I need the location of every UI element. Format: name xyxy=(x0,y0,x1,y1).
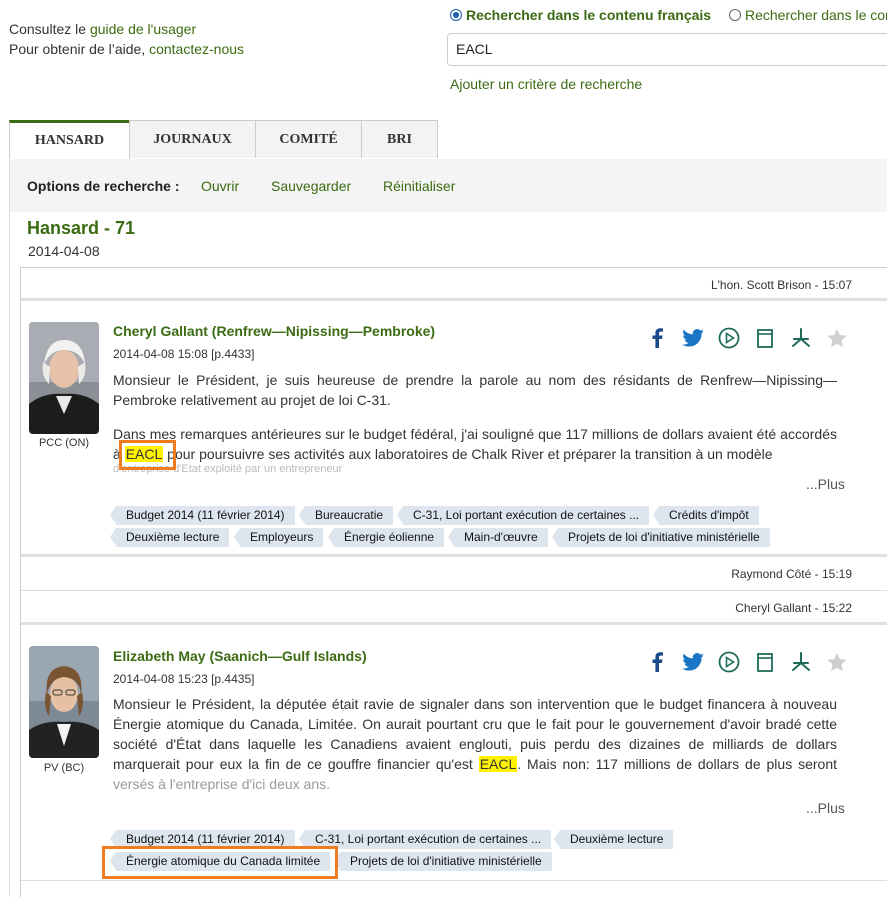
subject-tag[interactable]: C-31, Loi portant exécution de certaines… xyxy=(396,506,650,525)
play-icon[interactable] xyxy=(718,327,740,349)
pdf-icon[interactable] xyxy=(790,651,812,673)
search-options-bar: Options de recherche : Ouvrir Sauvegarde… xyxy=(10,159,887,212)
intervention-text: Monsieur le Président, je suis heureuse … xyxy=(113,372,837,474)
party-label: PV (BC) xyxy=(43,762,85,774)
mp-name-link[interactable]: Elizabeth May (Saanich—Gulf Islands) xyxy=(113,648,367,664)
subject-tag[interactable]: Projets de loi d'initiative ministériell… xyxy=(334,852,552,871)
separator xyxy=(21,622,887,625)
help-text: Consultez le guide de l'usager Pour obte… xyxy=(9,19,244,59)
share-icons xyxy=(646,651,848,673)
subject-tag[interactable]: Bureaucratie xyxy=(298,506,394,525)
search-highlight: EACL xyxy=(478,756,518,772)
radio-other-content[interactable]: Rechercher dans le conte xyxy=(728,7,887,23)
twitter-icon[interactable] xyxy=(682,651,704,673)
facebook-icon[interactable] xyxy=(646,651,668,673)
separator xyxy=(21,880,887,881)
save-button[interactable]: Sauvegarder xyxy=(271,178,351,194)
tab-hansard[interactable]: HANSARD xyxy=(9,120,130,159)
subject-tag[interactable]: Énergie éolienne xyxy=(327,528,445,547)
help-line-2: Pour obtenir de l’aide, xyxy=(9,41,150,57)
reset-button[interactable]: Réinitialiser xyxy=(383,178,455,194)
hansard-title: Hansard - 71 xyxy=(27,218,136,238)
tag-annotation-box xyxy=(102,846,338,879)
radio-selected-icon[interactable] xyxy=(450,9,462,21)
tab-bar: HANSARD JOURNAUX COMITÉ BRI xyxy=(9,120,438,159)
separator xyxy=(21,554,887,557)
radio-unselected-icon[interactable] xyxy=(728,9,741,21)
speaker-line[interactable]: Raymond Côté - 15:19 xyxy=(731,567,852,581)
party-label: PCC (ON) xyxy=(38,437,90,449)
subject-tag[interactable]: Main-d'œuvre xyxy=(448,528,548,547)
speaker-line[interactable]: L'hon. Scott Brison - 15:07 xyxy=(711,278,852,292)
subject-tag[interactable]: Budget 2014 (11 février 2014) xyxy=(110,506,295,525)
highlight-annotation-box xyxy=(119,440,176,470)
speaker-line[interactable]: Cheryl Gallant - 15:22 xyxy=(735,601,852,615)
subject-tag[interactable]: C-31, Loi portant exécution de certaines… xyxy=(298,830,552,849)
pdf-icon[interactable] xyxy=(790,327,812,349)
intervention-meta: 2014-04-08 15:23 [p.4435] xyxy=(113,672,255,686)
search-scope: Rechercher dans le contenu français Rech… xyxy=(450,7,887,24)
radio-french-content[interactable]: Rechercher dans le contenu français xyxy=(450,7,711,23)
intervention-text: Monsieur le Président, la députée était … xyxy=(113,696,837,792)
share-icons xyxy=(646,327,848,349)
user-guide-link[interactable]: guide de l'usager xyxy=(90,21,196,37)
search-input[interactable]: EACL xyxy=(447,33,887,66)
twitter-icon[interactable] xyxy=(682,327,704,349)
more-link[interactable]: ...Plus xyxy=(806,800,845,816)
avatar xyxy=(29,646,99,758)
open-button[interactable]: Ouvrir xyxy=(201,178,239,194)
add-criterion-link[interactable]: Ajouter un critère de recherche xyxy=(450,76,642,92)
tab-bri[interactable]: BRI xyxy=(361,120,438,158)
star-icon[interactable] xyxy=(826,651,848,673)
facebook-icon[interactable] xyxy=(646,327,668,349)
bookmark-icon[interactable] xyxy=(754,651,776,673)
intervention-meta: 2014-04-08 15:08 [p.4433] xyxy=(113,347,255,361)
tab-comite[interactable]: COMITÉ xyxy=(255,120,362,158)
avatar xyxy=(29,322,99,434)
bookmark-icon[interactable] xyxy=(754,327,776,349)
subject-tag[interactable]: Employeurs xyxy=(233,528,324,547)
play-icon[interactable] xyxy=(718,651,740,673)
help-line-1: Consultez le xyxy=(9,21,90,37)
search-options-label: Options de recherche : xyxy=(27,178,180,194)
subject-tag[interactable]: Deuxième lecture xyxy=(109,528,230,547)
subject-tag[interactable]: Crédits d'impôt xyxy=(653,506,759,525)
mp-name-link[interactable]: Cheryl Gallant (Renfrew—Nipissing—Pembro… xyxy=(113,323,435,339)
more-link[interactable]: ...Plus xyxy=(806,476,845,492)
subject-tag[interactable]: Projets de loi d'initiative ministériell… xyxy=(552,528,770,547)
tab-journaux[interactable]: JOURNAUX xyxy=(129,120,256,158)
results-container xyxy=(20,267,887,897)
separator xyxy=(21,298,887,301)
subject-tag[interactable]: Deuxième lecture xyxy=(553,830,674,849)
hansard-date: 2014-04-08 xyxy=(28,243,100,259)
star-icon[interactable] xyxy=(826,327,848,349)
contact-us-link[interactable]: contactez-nous xyxy=(149,41,244,57)
separator xyxy=(21,590,887,591)
